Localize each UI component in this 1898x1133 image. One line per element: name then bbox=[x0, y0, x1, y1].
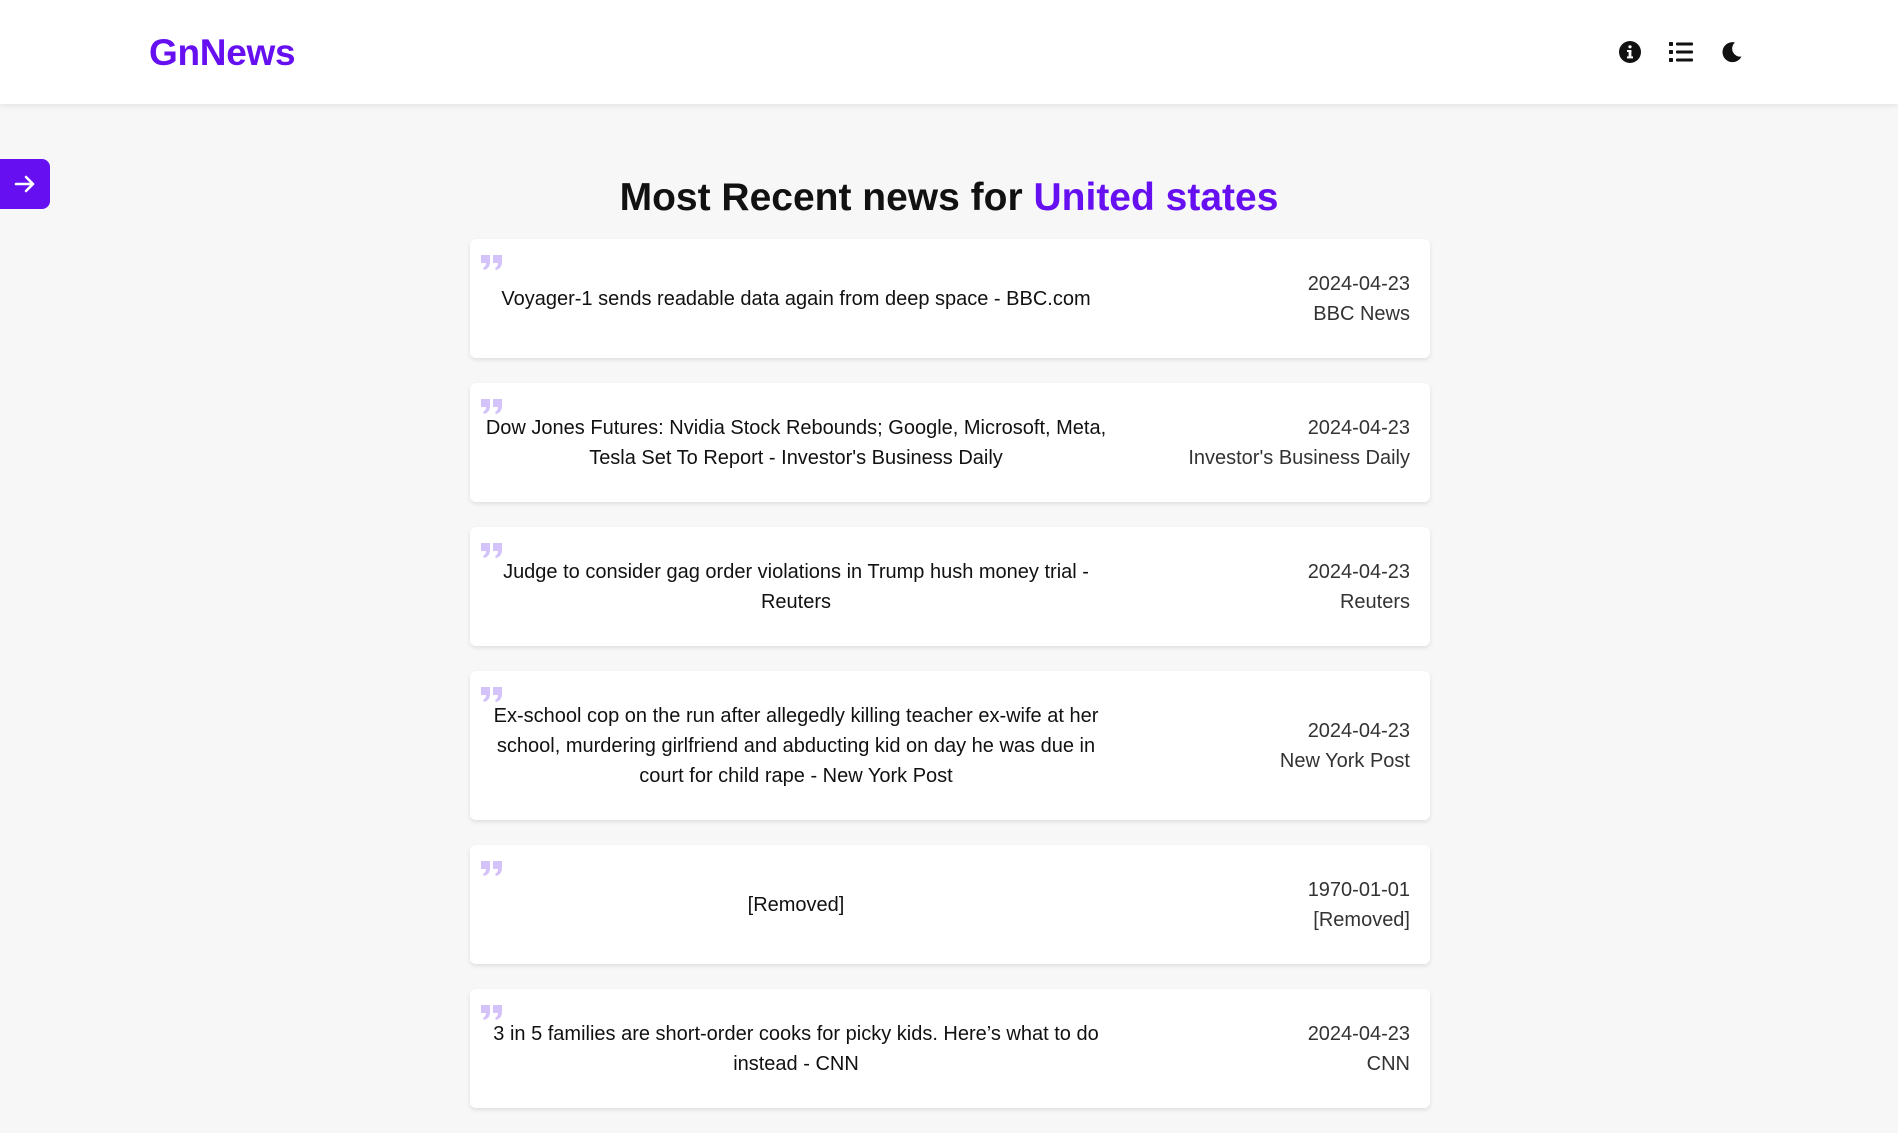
news-title[interactable]: Judge to consider gag order violations i… bbox=[470, 557, 1110, 617]
news-source: [Removed] bbox=[1313, 908, 1410, 931]
list-icon[interactable] bbox=[1668, 39, 1694, 65]
news-date: 2024-04-23 bbox=[1307, 719, 1410, 742]
news-date: 2024-04-23 bbox=[1307, 1022, 1410, 1045]
news-meta: 1970-01-01 [Removed] bbox=[1308, 875, 1430, 935]
news-title[interactable]: Voyager-1 sends readable data again from… bbox=[470, 284, 1110, 314]
news-card[interactable]: Dow Jones Futures: Nvidia Stock Rebounds… bbox=[470, 383, 1430, 502]
page-title: Most Recent news for United states bbox=[0, 172, 1898, 224]
info-icon[interactable] bbox=[1617, 39, 1643, 65]
news-card[interactable]: Ex-school cop on the run after allegedly… bbox=[470, 671, 1430, 820]
news-card[interactable]: [Removed] 1970-01-01 [Removed] bbox=[470, 845, 1430, 964]
news-date: 2024-04-23 bbox=[1307, 272, 1410, 295]
quote-icon bbox=[481, 399, 502, 414]
news-card[interactable]: Judge to consider gag order violations i… bbox=[470, 527, 1430, 646]
news-title[interactable]: [Removed] bbox=[470, 890, 1110, 920]
news-meta: 2024-04-23 BBC News bbox=[1308, 269, 1430, 329]
news-meta: 2024-04-23 CNN bbox=[1308, 1019, 1430, 1079]
top-navbar: GnNews bbox=[0, 0, 1898, 104]
news-title[interactable]: Dow Jones Futures: Nvidia Stock Rebounds… bbox=[470, 413, 1110, 473]
news-date: 1970-01-01 bbox=[1307, 878, 1410, 901]
news-title[interactable]: Ex-school cop on the run after allegedly… bbox=[470, 701, 1110, 791]
country-name: United states bbox=[1033, 176, 1279, 219]
news-title[interactable]: 3 in 5 families are short-order cooks fo… bbox=[470, 1019, 1110, 1079]
news-source: CNN bbox=[1366, 1052, 1410, 1075]
news-card[interactable]: Voyager-1 sends readable data again from… bbox=[470, 239, 1430, 358]
brand-logo[interactable]: GnNews bbox=[149, 28, 296, 78]
news-source: Investor's Business Daily bbox=[1188, 446, 1410, 469]
news-source: BBC News bbox=[1313, 302, 1410, 325]
quote-icon bbox=[481, 687, 502, 702]
news-date: 2024-04-23 bbox=[1307, 560, 1410, 583]
news-list: Voyager-1 sends readable data again from… bbox=[470, 239, 1430, 1133]
news-date: 2024-04-23 bbox=[1307, 416, 1410, 439]
quote-icon bbox=[481, 861, 502, 876]
quote-icon bbox=[481, 543, 502, 558]
news-source: Reuters bbox=[1339, 590, 1410, 613]
news-card[interactable]: 3 in 5 families are short-order cooks fo… bbox=[470, 989, 1430, 1108]
moon-icon[interactable] bbox=[1719, 39, 1745, 65]
news-meta: 2024-04-23 New York Post bbox=[1280, 716, 1430, 776]
quote-icon bbox=[481, 1005, 502, 1020]
news-source: New York Post bbox=[1279, 749, 1410, 772]
page-title-prefix: Most Recent news for bbox=[619, 176, 1034, 219]
news-meta: 2024-04-23 Reuters bbox=[1308, 557, 1430, 617]
news-meta: 2024-04-23 Investor's Business Daily bbox=[1188, 413, 1430, 473]
quote-icon bbox=[481, 255, 502, 270]
